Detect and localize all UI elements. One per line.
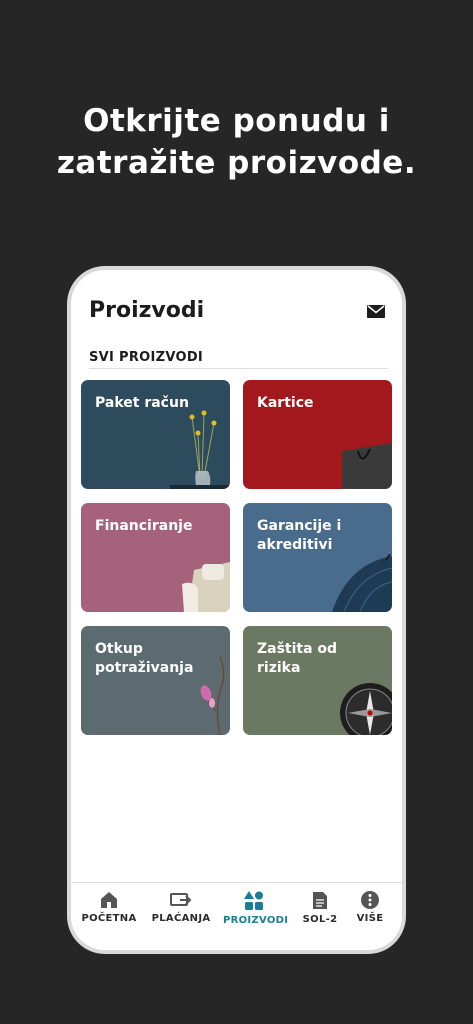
- product-card-label: Financiranje: [95, 518, 193, 534]
- section-title: SVI PROIZVODI: [89, 350, 204, 365]
- section-divider: [89, 368, 388, 369]
- nav-label: SOL-2: [302, 914, 338, 925]
- bottom-nav: POČETNA PLAĆANJA PROIZVODI SOL-2 VIŠE: [71, 882, 402, 950]
- nav-item-vise[interactable]: VIŠE: [353, 891, 387, 924]
- product-card-financiranje[interactable]: Financiranje: [81, 503, 230, 612]
- nav-item-placanja[interactable]: PLAĆANJA: [151, 891, 211, 924]
- envelope-icon[interactable]: [367, 305, 385, 318]
- nav-item-pocetna[interactable]: POČETNA: [81, 891, 137, 924]
- product-card-label: Garancije i akreditivi: [257, 518, 342, 553]
- more-icon: [361, 891, 379, 909]
- product-card-paket-racun[interactable]: Paket račun: [81, 380, 230, 489]
- page-title: Proizvodi: [89, 298, 205, 323]
- magnolia-branch-image: [200, 656, 225, 735]
- nav-item-proizvodi[interactable]: PROIZVODI: [223, 891, 289, 926]
- product-card-otkup-potrazivanja[interactable]: Otkup potraživanja: [81, 626, 230, 735]
- home-icon: [101, 892, 117, 908]
- headline-line-2: zatražite proizvode.: [56, 145, 417, 181]
- headline-line-1: Otkrijte ponudu i: [83, 103, 390, 139]
- umbrella-image: [332, 554, 392, 612]
- nav-label: PLAĆANJA: [151, 913, 211, 924]
- nav-label: VIŠE: [356, 913, 384, 924]
- products-icon: [244, 891, 263, 910]
- product-card-garancije-i-akreditivi[interactable]: Garancije i akreditivi: [243, 503, 392, 612]
- product-card-label: Zaštita od rizika: [257, 641, 338, 676]
- compass-image: [340, 683, 392, 735]
- nav-item-sol-2[interactable]: SOL-2: [299, 891, 341, 925]
- nav-label: PROIZVODI: [223, 915, 289, 926]
- flowers-vase-image: [170, 410, 230, 489]
- headline: Otkrijte ponudu i zatražite proizvode.: [0, 100, 473, 184]
- payments-icon: [170, 893, 192, 906]
- document-icon: [313, 892, 327, 909]
- phone-screen: Proizvodi SVI PROIZVODI Paket račun Kart…: [71, 270, 402, 950]
- product-card-label: Kartice: [257, 395, 314, 411]
- product-card-zastita-od-rizika[interactable]: Zaštita od rizika: [243, 626, 392, 735]
- phone-frame: Proizvodi SVI PROIZVODI Paket račun Kart…: [67, 266, 406, 954]
- shopping-bag-image: [342, 443, 392, 489]
- nav-label: POČETNA: [81, 913, 137, 924]
- sofa-image: [182, 562, 230, 612]
- product-card-kartice[interactable]: Kartice: [243, 380, 392, 489]
